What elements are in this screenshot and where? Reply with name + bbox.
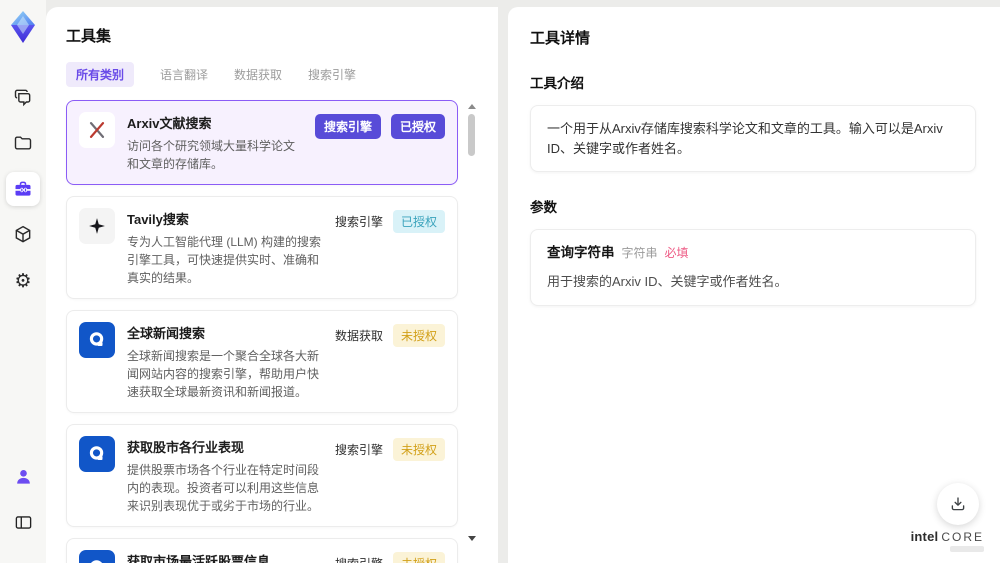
sparkle-icon [89, 218, 105, 234]
category-badge: 搜索引擎 [334, 215, 383, 229]
category-tab-label: 语言翻译 [160, 68, 209, 82]
category-badge: 数据获取 [334, 329, 383, 343]
category-tab[interactable]: 语言翻译 [160, 62, 208, 87]
tool-description: 全球新闻搜索是一个聚合全球各大新闻网站内容的搜索引擎，帮助用户快速获取全球最新资… [127, 349, 320, 399]
user-icon[interactable] [6, 459, 40, 493]
news-app-icon [89, 332, 104, 347]
tool-badges: 搜索引擎 未授权 [335, 550, 445, 563]
toolbox-icon[interactable] [6, 172, 40, 206]
param-type: 字符串 [621, 246, 658, 260]
tool-description: 访问各个研究领域大量科学论文和文章的存储库。 [127, 139, 296, 171]
tool-badges: 数据获取 未授权 [335, 322, 445, 347]
params-heading: 参数 [530, 200, 557, 215]
scrollbar[interactable] [466, 104, 476, 563]
tool-name: Tavily搜索 [127, 212, 189, 227]
download-button[interactable] [937, 483, 979, 525]
tool-card[interactable]: Arxiv文献搜索 访问各个研究领域大量科学论文和文章的存储库。 搜索引擎 已授… [66, 100, 458, 185]
details-panel: 工具详情 工具介绍 一个用于从Arxiv存储库搜索科学论文和文章的工具。输入可以… [508, 7, 1000, 563]
folder-icon[interactable] [6, 126, 40, 160]
tool-icon [79, 550, 115, 563]
scrollbar-down-arrow[interactable] [468, 536, 476, 541]
param-name: 查询字符串 [547, 245, 615, 260]
scrollbar-thumb[interactable] [468, 114, 475, 156]
category-tab-label: 数据获取 [234, 68, 283, 82]
tool-description: 专为人工智能代理 (LLM) 构建的搜索引擎工具，可快速提供实时、准确和真实的结… [127, 235, 322, 285]
brand-sub-badge [950, 546, 984, 552]
tool-card[interactable]: Tavily搜索 专为人工智能代理 (LLM) 构建的搜索引擎工具，可快速提供实… [66, 196, 458, 299]
auth-status-badge: 已授权 [390, 114, 445, 139]
intro-text: 一个用于从Arxiv存储库搜索科学论文和文章的工具。输入可以是Arxiv ID、… [547, 121, 943, 156]
category-badge: 搜索引擎 [334, 443, 383, 457]
gem-logo-icon [11, 11, 35, 43]
param-required-badge: 必填 [664, 246, 689, 260]
category-badge: 搜索引擎 [335, 555, 383, 563]
category-tab-label: 搜索引擎 [308, 68, 357, 82]
intro-heading: 工具介绍 [530, 76, 584, 91]
news-app-icon [89, 446, 104, 461]
params-list: 查询字符串 字符串 必填 用于搜索的Arxiv ID、关键字或作者姓名。 [530, 229, 976, 306]
tool-badges: 搜索引擎 未授权 [335, 436, 445, 461]
tools-panel-title: 工具集 [66, 28, 112, 45]
tool-description: 提供股票市场各个行业在特定时间段内的表现。投资者可以利用这些信息来识别表现优于或… [127, 463, 320, 513]
chat-icon[interactable] [6, 80, 40, 114]
auth-status-badge: 未授权 [392, 438, 445, 461]
left-rail: ⚙ [0, 0, 46, 563]
tool-icon [79, 112, 115, 148]
category-badge: 搜索引擎 [314, 114, 381, 139]
tool-badges: 搜索引擎 已授权 [314, 112, 445, 139]
auth-status-badge: 未授权 [392, 552, 445, 563]
settings-icon[interactable]: ⚙ [6, 264, 40, 298]
tool-card[interactable]: 全球新闻搜索 全球新闻搜索是一个聚合全球各大新闻网站内容的搜索引擎，帮助用户快速… [66, 310, 458, 413]
download-icon [951, 497, 965, 511]
tool-icon [79, 436, 115, 472]
param-card: 查询字符串 字符串 必填 用于搜索的Arxiv ID、关键字或作者姓名。 [530, 229, 976, 306]
scrollbar-up-arrow[interactable] [468, 104, 476, 109]
tool-card-main: 获取股市各行业表现 提供股票市场各个行业在特定时间段内的表现。投资者可以利用这些… [127, 436, 323, 515]
category-tab[interactable]: 数据获取 [234, 62, 282, 87]
tool-name: 获取市场最活跃股票信息 [127, 554, 271, 563]
auth-status-badge: 已授权 [392, 210, 445, 233]
param-description: 用于搜索的Arxiv ID、关键字或作者姓名。 [547, 274, 788, 290]
tool-list: Arxiv文献搜索 访问各个研究领域大量科学论文和文章的存储库。 搜索引擎 已授… [66, 100, 478, 563]
tool-card[interactable]: 获取股市各行业表现 提供股票市场各个行业在特定时间段内的表现。投资者可以利用这些… [66, 424, 458, 527]
brand-secondary: CORE [941, 530, 984, 544]
tool-name: Arxiv文献搜索 [127, 116, 212, 131]
brand-primary: intel [910, 529, 939, 544]
tool-card-main: Tavily搜索 专为人工智能代理 (LLM) 构建的搜索引擎工具，可快速提供实… [127, 208, 323, 287]
tool-name: 获取股市各行业表现 [127, 440, 245, 455]
tool-icon [79, 322, 115, 358]
category-tabs: 所有类别 语言翻译 数据获取 搜索引擎 [66, 62, 478, 87]
category-tab[interactable]: 搜索引擎 [308, 62, 356, 87]
auth-status-badge: 未授权 [392, 324, 445, 347]
intro-box: 一个用于从Arxiv存储库搜索科学论文和文章的工具。输入可以是Arxiv ID、… [530, 105, 976, 172]
details-panel-title: 工具详情 [530, 30, 591, 47]
param-head: 查询字符串 字符串 必填 [547, 243, 959, 263]
tool-icon [79, 208, 115, 244]
arxiv-logo-icon [89, 122, 105, 138]
tool-card-main: 全球新闻搜索 全球新闻搜索是一个聚合全球各大新闻网站内容的搜索引擎，帮助用户快速… [127, 322, 323, 401]
tool-name: 全球新闻搜索 [127, 326, 206, 341]
brand-logo: intel CORE [911, 529, 984, 552]
category-tab[interactable]: 所有类别 [66, 62, 135, 87]
panel-toggle-icon[interactable] [6, 505, 40, 539]
tools-panel: 工具集 所有类别 语言翻译 数据获取 搜索引擎 Arxiv文献搜索 访问各个研究… [46, 7, 498, 563]
package-icon[interactable] [6, 218, 40, 252]
tool-badges: 搜索引擎 已授权 [335, 208, 445, 233]
tool-card-main: 获取市场最活跃股票信息 提供当天交易量最高的股票列表。投资者可以利用这些信息来识… [127, 550, 323, 563]
tool-card[interactable]: 获取市场最活跃股票信息 提供当天交易量最高的股票列表。投资者可以利用这些信息来识… [66, 538, 458, 563]
category-tab-label: 所有类别 [76, 68, 125, 82]
tool-card-main: Arxiv文献搜索 访问各个研究领域大量科学论文和文章的存储库。 [127, 112, 303, 173]
news-app-icon [91, 560, 102, 563]
